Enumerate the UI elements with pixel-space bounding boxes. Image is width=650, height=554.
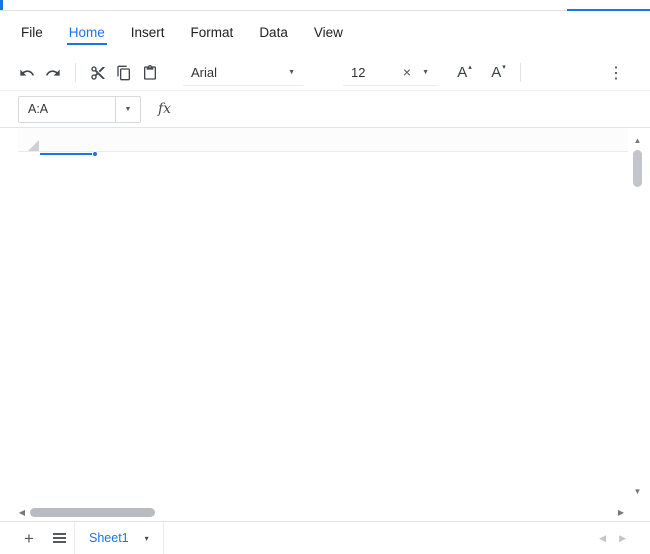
menu-item-insert[interactable]: Insert bbox=[129, 21, 167, 45]
undo-icon bbox=[20, 69, 34, 76]
menu-item-home[interactable]: Home bbox=[66, 21, 107, 45]
toolbar-separator bbox=[75, 63, 76, 82]
triangle-left-icon: ◀ bbox=[18, 508, 26, 517]
top-edge-strip bbox=[0, 0, 650, 11]
font-size-decrease-button[interactable]: A ▾ bbox=[485, 60, 511, 86]
sheet-tab-sheet1[interactable]: Sheet1 ▾ bbox=[74, 522, 164, 554]
formula-bar: A:A ▼ fx bbox=[0, 91, 650, 128]
hamburger-icon bbox=[52, 537, 66, 539]
triangle-down-icon: ▾ bbox=[502, 63, 506, 71]
cut-button[interactable] bbox=[85, 60, 111, 86]
horizontal-scrollbar-thumb[interactable] bbox=[30, 508, 155, 517]
chevron-down-icon: ▼ bbox=[288, 68, 295, 76]
spreadsheet-app: File Home Insert Format Data View Arial … bbox=[0, 0, 650, 554]
sheet-nav-left-button[interactable]: ◀ bbox=[599, 533, 606, 544]
chevron-down-icon: ▼ bbox=[124, 105, 132, 113]
font-size-increase-button[interactable]: A ▴ bbox=[451, 60, 477, 86]
font-family-dropdown[interactable]: Arial ▼ bbox=[183, 60, 303, 86]
kebab-menu-icon: ⋮ bbox=[608, 64, 624, 82]
sheet-tab-label: Sheet1 bbox=[89, 531, 129, 545]
scroll-down-button[interactable]: ▼ bbox=[630, 485, 645, 499]
menu-item-file[interactable]: File bbox=[19, 21, 45, 45]
undo-button[interactable] bbox=[14, 60, 40, 86]
sheet-nav: ◀ ▶ bbox=[599, 533, 626, 544]
more-options-button[interactable]: ⋮ bbox=[604, 60, 628, 86]
add-sheet-button[interactable]: + bbox=[16, 525, 42, 551]
sheet-list-button[interactable] bbox=[46, 525, 72, 551]
font-increase-letter: A bbox=[457, 64, 468, 81]
menu-item-data[interactable]: Data bbox=[257, 21, 290, 45]
triangle-down-icon: ▼ bbox=[633, 487, 642, 496]
triangle-up-icon: ▲ bbox=[633, 136, 642, 145]
sheet-bar: + Sheet1 ▾ ◀ ▶ bbox=[0, 521, 650, 554]
column-header-row[interactable] bbox=[18, 128, 628, 152]
menu-item-format[interactable]: Format bbox=[189, 21, 236, 45]
triangle-up-icon: ▴ bbox=[468, 63, 472, 71]
chevron-down-icon[interactable]: ▾ bbox=[145, 534, 149, 543]
paste-icon bbox=[144, 64, 156, 80]
top-left-accent bbox=[0, 0, 3, 10]
grid-canvas[interactable]: ▲ ▼ ◀ ▶ bbox=[0, 128, 650, 521]
clear-icon[interactable]: × bbox=[403, 65, 411, 79]
selection-border bbox=[40, 153, 96, 155]
cell-reference-value[interactable]: A:A bbox=[19, 97, 115, 122]
vertical-scrollbar-thumb[interactable] bbox=[633, 150, 642, 187]
font-size-value: 12 bbox=[351, 64, 366, 80]
redo-icon bbox=[46, 69, 60, 76]
redo-button[interactable] bbox=[40, 60, 66, 86]
cell-reference-dropdown-button[interactable]: ▼ bbox=[115, 96, 140, 122]
menu-item-view[interactable]: View bbox=[312, 21, 345, 45]
font-family-value: Arial bbox=[191, 64, 218, 80]
cell-reference-box[interactable]: A:A ▼ bbox=[18, 95, 141, 123]
copy-button[interactable] bbox=[111, 60, 137, 86]
menubar: File Home Insert Format Data View bbox=[0, 11, 650, 55]
sheet-nav-right-button[interactable]: ▶ bbox=[619, 533, 626, 544]
scroll-up-button[interactable]: ▲ bbox=[630, 134, 645, 148]
scroll-left-button[interactable]: ◀ bbox=[15, 505, 29, 520]
scissors-icon bbox=[91, 65, 105, 80]
toolbar-separator bbox=[520, 63, 521, 82]
copy-icon bbox=[117, 65, 130, 80]
selection-handle[interactable] bbox=[92, 151, 98, 157]
paste-button[interactable] bbox=[137, 60, 163, 86]
triangle-right-icon: ▶ bbox=[617, 508, 625, 517]
vertical-scrollbar[interactable]: ▲ ▼ bbox=[630, 134, 645, 499]
fx-label: fx bbox=[158, 101, 172, 117]
font-size-dropdown[interactable]: 12 × ▼ bbox=[343, 60, 437, 86]
plus-icon: + bbox=[24, 528, 34, 548]
horizontal-scrollbar[interactable]: ◀ ▶ bbox=[15, 505, 628, 520]
chevron-down-icon: ▼ bbox=[422, 68, 429, 76]
font-decrease-letter: A bbox=[491, 64, 502, 81]
toolbar: Arial ▼ 12 × ▼ A ▴ A ▾ ⋮ bbox=[0, 55, 650, 91]
scroll-right-button[interactable]: ▶ bbox=[614, 505, 628, 520]
